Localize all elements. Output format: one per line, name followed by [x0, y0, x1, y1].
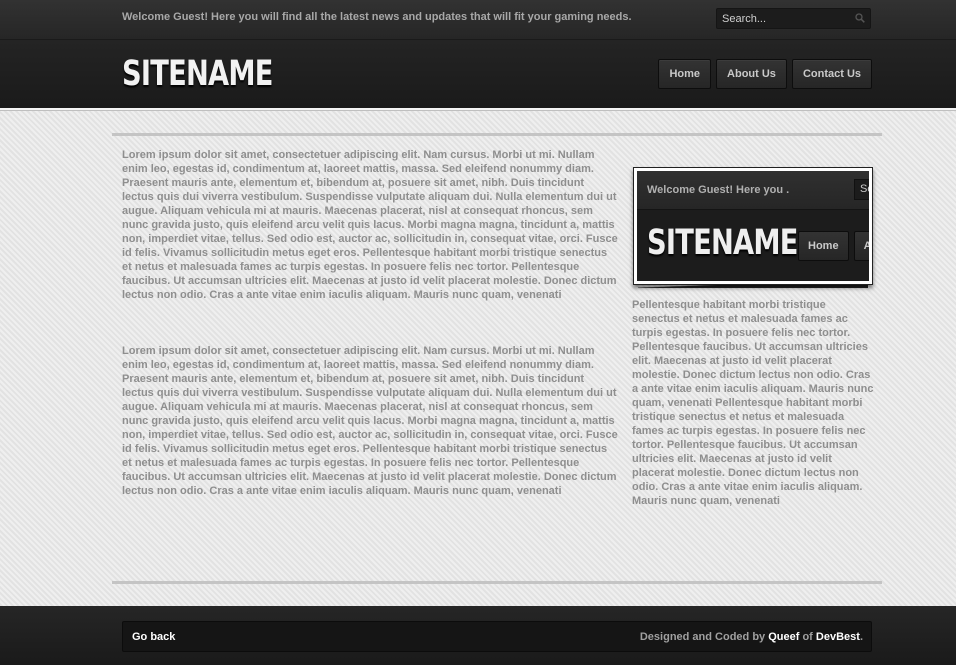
go-back-link[interactable]: Go back — [132, 631, 175, 643]
site-logo[interactable]: SITENAME — [122, 54, 273, 94]
site-footer: Go back Designed and Coded by Queef of D… — [0, 606, 956, 665]
search-box[interactable] — [716, 8, 871, 29]
preview-search: Se — [854, 179, 869, 200]
content-paragraph-1: Lorem ipsum dolor sit amet, consectetuer… — [122, 149, 618, 301]
search-input[interactable] — [717, 9, 852, 28]
preview-nav-home: Home — [798, 231, 849, 261]
nav-contact-button[interactable]: Contact Us — [791, 59, 872, 89]
preview-top-bar: Welcome Guest! Here you . Se — [637, 171, 869, 210]
credit-prefix: Designed and Coded by — [639, 631, 769, 643]
content-bottom-divider — [112, 581, 882, 584]
content-top-divider — [112, 133, 882, 136]
top-bar: Welcome Guest! Here you will find all th… — [0, 0, 956, 40]
site-header: SITENAME Home About Us Contact Us — [0, 40, 956, 110]
preview-welcome: Welcome Guest! Here you . — [647, 184, 790, 196]
site-preview-image: Welcome Guest! Here you . Se SITENAME Ho… — [633, 167, 873, 285]
nav-home-button[interactable]: Home — [658, 59, 712, 89]
nav-about-button[interactable]: About Us — [716, 59, 787, 89]
magnifier-icon[interactable] — [855, 13, 865, 23]
credit-mid: of — [799, 631, 816, 643]
content-paragraph-2: Lorem ipsum dolor sit amet, consectetuer… — [122, 345, 618, 497]
preview-nav: Home A — [798, 231, 869, 261]
welcome-message: Welcome Guest! Here you will find all th… — [122, 11, 632, 23]
main-nav: Home About Us Contact Us — [658, 59, 872, 89]
footer-bar: Go back Designed and Coded by Queef of D… — [122, 621, 872, 652]
preview-logo: SITENAME — [647, 223, 798, 263]
sidebar-text: Pellentesque habitant morbi tristique se… — [632, 299, 874, 507]
credit-site-link[interactable]: DevBest — [816, 631, 860, 643]
site-preview-screen: Welcome Guest! Here you . Se SITENAME Ho… — [637, 171, 869, 281]
preview-nav-about: A — [853, 231, 869, 261]
credit-end: . — [859, 631, 863, 643]
credit-author-link[interactable]: Queef — [768, 631, 799, 643]
footer-credits: Designed and Coded by Queef of DevBest. — [640, 631, 863, 643]
